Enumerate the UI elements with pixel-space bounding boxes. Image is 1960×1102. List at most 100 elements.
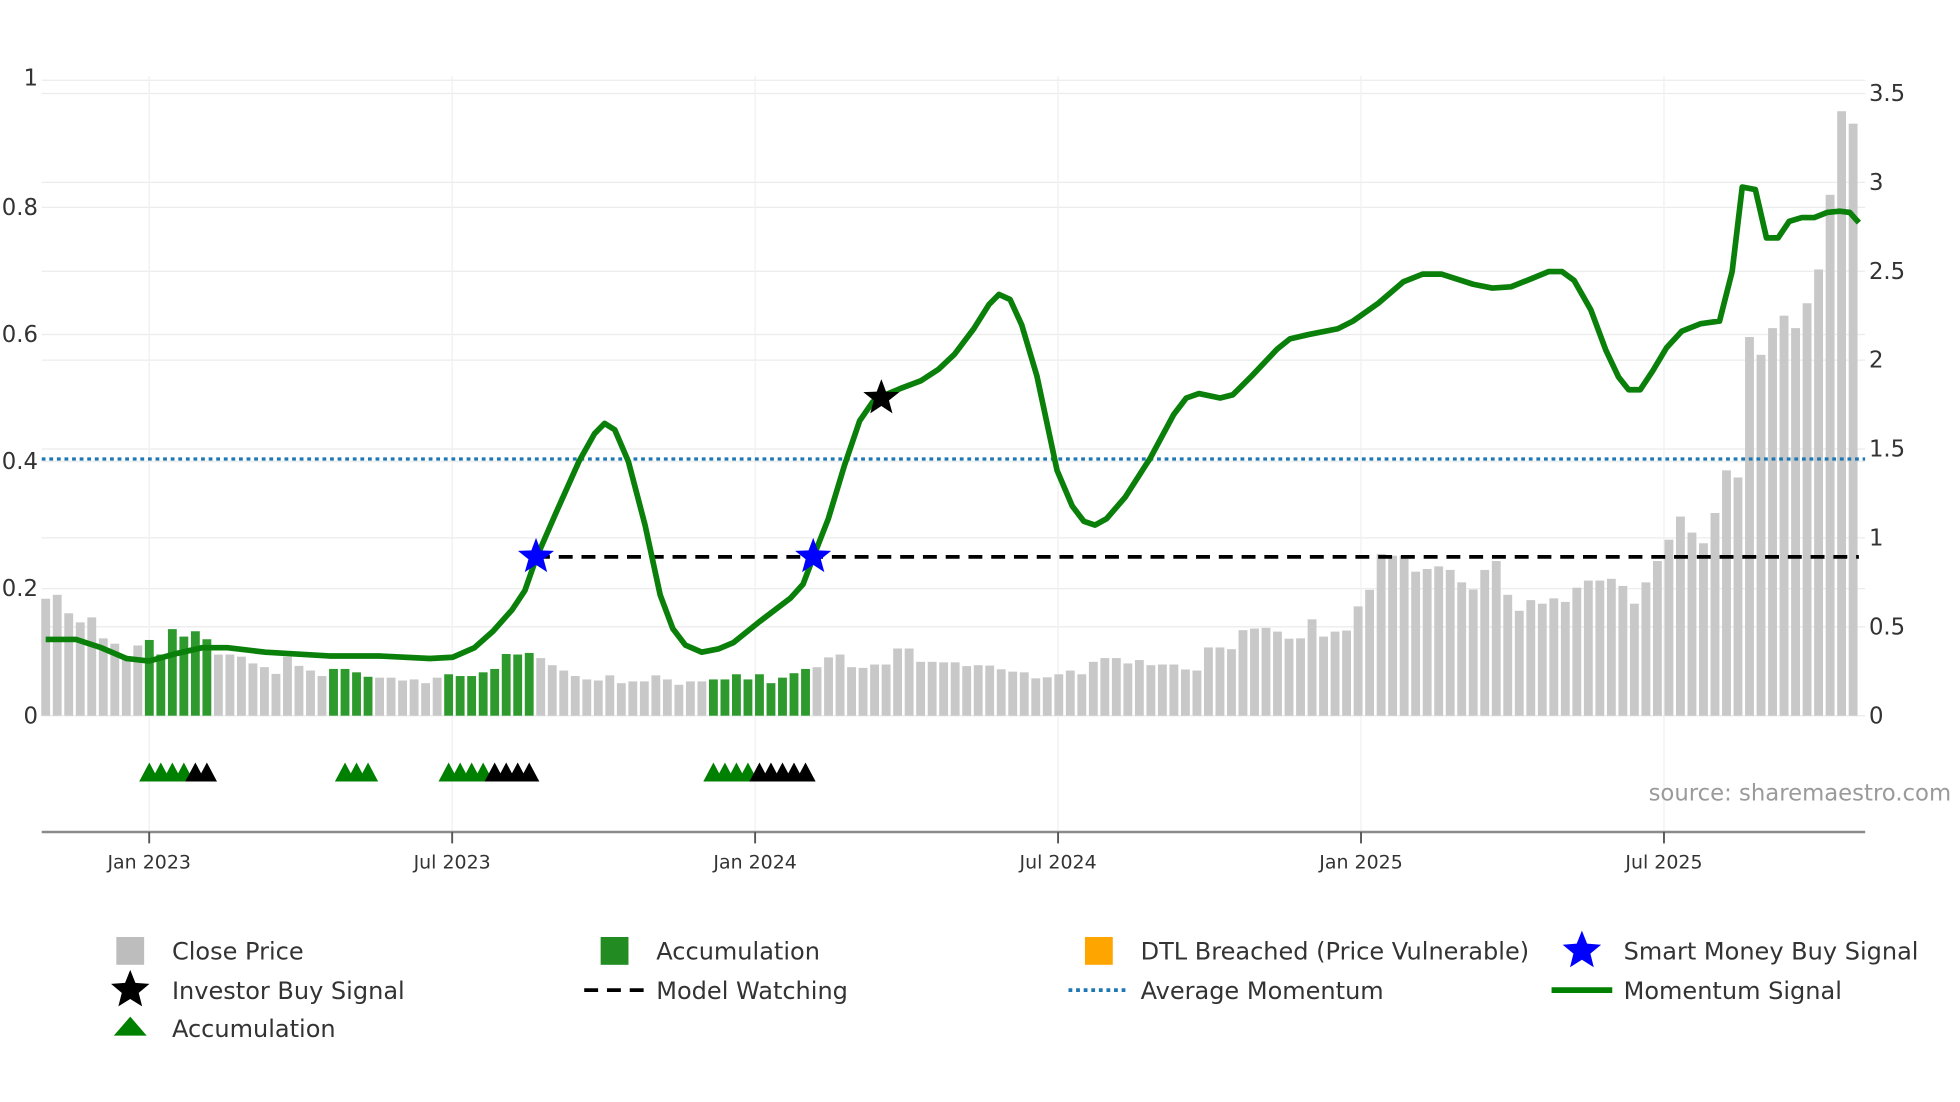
legend-label: Average Momentum — [1141, 977, 1384, 1005]
right-tick-label: 1.5 — [1869, 437, 1905, 463]
close-price-bar — [1123, 663, 1133, 716]
right-tick-label: 1 — [1869, 525, 1883, 551]
legend-item: Investor Buy Signal — [111, 969, 405, 1007]
green-triangle-icon — [113, 1016, 147, 1036]
close-price-bar — [1457, 582, 1467, 716]
close-price-bar — [1699, 543, 1708, 716]
legend-item: Smart Money Buy Signal — [1562, 930, 1919, 968]
legend-item: Model Watching — [584, 977, 848, 1005]
close-price-bar — [1411, 571, 1421, 716]
close-price-bar — [547, 665, 557, 716]
close-price-bar — [1756, 354, 1766, 716]
close-price-bar — [1825, 194, 1835, 716]
close-price-bar — [1353, 606, 1363, 716]
close-price-bar — [685, 681, 695, 716]
legend-item: Close Price — [116, 936, 304, 966]
left-tick-label: 0.6 — [2, 322, 38, 348]
close-price-bar — [213, 654, 223, 716]
accumulation-bar — [144, 639, 154, 716]
close-price-bar — [916, 661, 926, 716]
close-price-bar — [881, 664, 891, 716]
accumulation-bar — [513, 654, 523, 716]
close-price-bar — [1779, 315, 1789, 716]
close-price-bar — [628, 681, 638, 716]
legend-label: Momentum Signal — [1624, 977, 1842, 1005]
close-price-bar — [847, 667, 856, 716]
close-price-bar — [317, 676, 327, 716]
close-price-bar — [225, 654, 235, 716]
accumulation-bar — [190, 631, 200, 716]
close-price-bar — [1192, 670, 1202, 716]
close-price-bar — [409, 679, 419, 716]
black-star-icon — [111, 969, 150, 1007]
accumulation-bar — [444, 674, 454, 716]
close-price-bar — [1330, 631, 1340, 716]
close-price-bar — [582, 679, 592, 716]
x-tick-label: Jan 2023 — [106, 852, 190, 874]
close-price-bar — [1606, 578, 1616, 716]
close-price-bar — [1307, 619, 1317, 716]
close-price-bar — [386, 677, 396, 716]
left-tick-label: 1 — [23, 65, 37, 91]
accumulation-bar — [329, 668, 338, 716]
close-price-bar — [75, 622, 85, 716]
x-tick-label: Jul 2023 — [413, 852, 491, 874]
accumulation-bar — [478, 672, 488, 716]
close-price-bar — [1434, 566, 1444, 716]
legend-label: Accumulation — [172, 1015, 336, 1043]
close-price-bar — [593, 680, 603, 716]
x-tick-label: Jan 2025 — [1318, 852, 1402, 874]
close-price-bar — [1296, 638, 1305, 716]
smart-money-buy-star-icon — [795, 537, 832, 573]
accumulation-bar — [167, 629, 177, 716]
close-price-bar — [421, 683, 431, 716]
right-tick-label: 2.5 — [1869, 259, 1905, 285]
close-price-bar — [1733, 477, 1743, 716]
accumulation-bar — [789, 673, 799, 716]
close-price-bar — [1180, 669, 1190, 716]
close-price-bar — [1227, 649, 1236, 716]
accumulation-bar — [340, 668, 350, 716]
close-price-bar — [893, 648, 903, 716]
x-tick-label: Jul 2024 — [1019, 852, 1097, 874]
close-price-bar — [41, 598, 51, 716]
close-price-bar — [1595, 580, 1605, 716]
accumulation-bar — [490, 668, 500, 716]
close-price-bar — [1491, 561, 1501, 716]
close-price-bar — [1215, 647, 1225, 716]
close-price-bar — [1365, 589, 1375, 716]
close-price-bar — [1537, 603, 1547, 716]
close-price-bar — [1319, 636, 1328, 716]
close-price-bar — [64, 613, 74, 716]
close-price-bar — [1077, 674, 1087, 716]
close-price-bar — [87, 617, 97, 716]
close-price-bar — [306, 670, 315, 716]
close-price-bar — [1019, 672, 1029, 716]
axes: Jan 2023 Jul 2023 Jan 2024 Jul 2024 Jan 2025… — [2, 65, 1905, 873]
close-price-bar — [824, 657, 833, 716]
close-price-bar — [1664, 539, 1674, 716]
legend: Close Price Accumulation DTL Breached (Pri… — [111, 930, 1919, 1043]
legend-item: Accumulation — [113, 1015, 336, 1043]
close-price-bar — [639, 681, 649, 716]
close-price-bar — [1376, 553, 1386, 716]
accumulation-bar — [352, 672, 361, 716]
close-price-bar — [1008, 671, 1018, 716]
accumulation-bar — [732, 674, 741, 716]
close-price-bar — [1629, 603, 1639, 716]
close-price-bar — [1526, 600, 1536, 716]
close-price-bar — [662, 679, 672, 716]
legend-label: Close Price — [172, 938, 304, 966]
legend-item: Momentum Signal — [1551, 977, 1842, 1005]
accumulation-bar — [720, 679, 730, 716]
legend-item: Accumulation — [600, 936, 820, 966]
close-price-bar — [1618, 585, 1628, 716]
right-tick-label: 3.5 — [1869, 81, 1905, 107]
close-price-bar — [248, 663, 258, 716]
accumulation-bar — [455, 676, 465, 716]
close-price-bar — [1503, 594, 1513, 716]
close-price-bar — [973, 665, 983, 716]
close-price-bar — [1031, 678, 1041, 716]
close-price-bar — [1261, 627, 1271, 716]
right-tick-label: 0 — [1869, 703, 1883, 729]
